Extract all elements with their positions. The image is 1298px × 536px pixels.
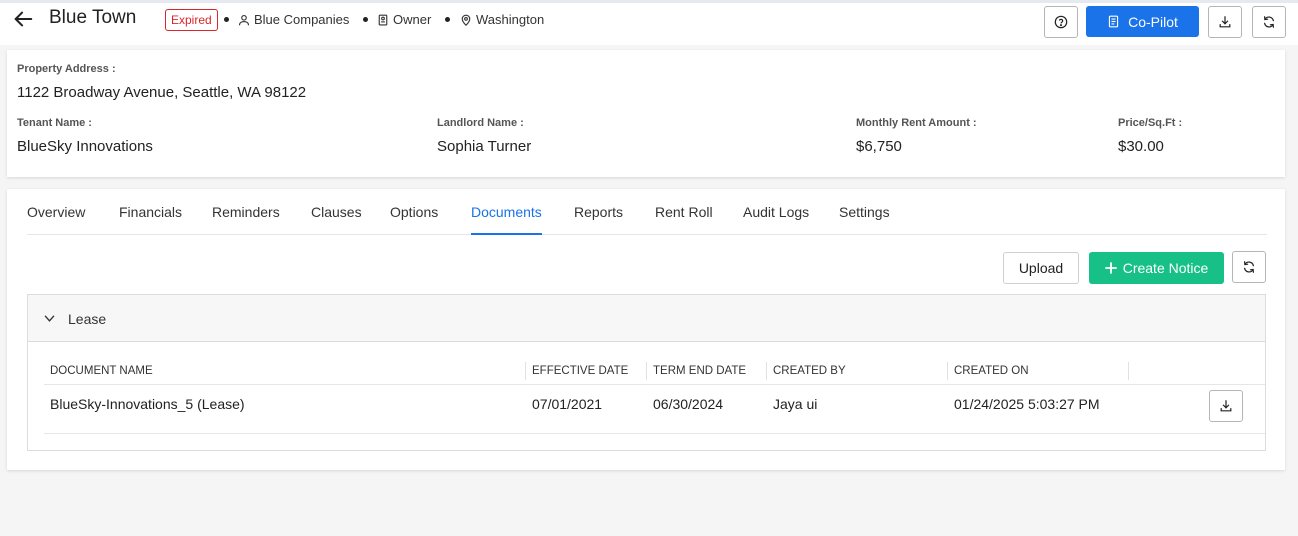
location-text: Washington [476, 12, 545, 27]
tenant-label: Tenant Name : [17, 117, 92, 129]
role-meta: Owner [377, 12, 431, 27]
location-meta: Washington [460, 12, 544, 27]
price-value: $30.00 [1118, 138, 1164, 155]
lease-section: Lease DOCUMENT NAME EFFECTIVE DATE TERM … [27, 294, 1266, 451]
tab-financials[interactable]: Financials [119, 204, 182, 220]
plus-icon [1104, 262, 1117, 274]
page-title: Blue Town [49, 7, 137, 28]
user-icon [238, 14, 250, 25]
documents-card: Overview Financials Reminders Clauses Op… [7, 189, 1285, 470]
refresh-icon [1244, 261, 1254, 273]
company-name: Blue Companies [254, 12, 350, 27]
column-divider [766, 362, 767, 380]
tab-clauses[interactable]: Clauses [311, 204, 362, 220]
separator-dot [224, 17, 229, 22]
refresh-button[interactable] [1252, 6, 1286, 38]
refresh-documents-button[interactable] [1232, 251, 1266, 283]
download-icon [1219, 16, 1231, 28]
tab-reminders[interactable]: Reminders [212, 204, 280, 220]
copilot-button[interactable]: Co-Pilot [1086, 6, 1199, 37]
status-badge: Expired [165, 9, 218, 31]
term-end-date-cell: 06/30/2024 [653, 396, 724, 412]
active-tab-indicator [471, 233, 542, 235]
column-header: DOCUMENT NAME [50, 365, 153, 377]
row-divider [44, 433, 1265, 434]
tab-audit-logs[interactable]: Audit Logs [743, 204, 809, 220]
column-divider [1128, 362, 1129, 380]
upload-button[interactable]: Upload [1003, 252, 1079, 284]
document-icon [1108, 15, 1119, 28]
created-by-cell: Jaya ui [773, 396, 818, 412]
column-header: EFFECTIVE DATE [532, 365, 629, 377]
tab-bar: Overview Financials Reminders Clauses Op… [27, 189, 1267, 235]
document-name-cell[interactable]: BlueSky-Innovations_5 (Lease) [50, 396, 245, 412]
column-divider [947, 362, 948, 380]
id-badge-icon [378, 14, 388, 25]
tenant-value: BlueSky Innovations [17, 138, 153, 155]
property-info-card: Property Address : 1122 Broadway Avenue,… [7, 50, 1285, 177]
help-button[interactable] [1044, 6, 1078, 38]
download-button[interactable] [1208, 6, 1242, 38]
rent-value: $6,750 [856, 138, 902, 155]
tab-rent-roll[interactable]: Rent Roll [655, 204, 713, 220]
lease-section-title: Lease [68, 311, 107, 327]
effective-date-cell: 07/01/2021 [532, 396, 603, 412]
separator-dot [363, 17, 368, 22]
address-label: Property Address : [17, 63, 116, 75]
tab-overview[interactable]: Overview [27, 204, 85, 220]
landlord-label: Landlord Name : [437, 117, 524, 129]
page-header: Blue Town Expired Blue Companies Owner W… [0, 3, 1298, 45]
download-document-button[interactable] [1209, 390, 1243, 422]
create-notice-button[interactable]: Create Notice [1089, 252, 1224, 284]
create-notice-label: Create Notice [1122, 260, 1209, 276]
tab-options[interactable]: Options [390, 204, 438, 220]
created-on-cell: 01/24/2025 5:03:27 PM [954, 396, 1100, 412]
separator-dot [445, 17, 450, 22]
company-meta: Blue Companies [238, 12, 349, 27]
price-label: Price/Sq.Ft : [1118, 117, 1183, 129]
download-icon [1220, 400, 1232, 412]
refresh-icon [1264, 16, 1274, 28]
chevron-down-icon [44, 315, 55, 322]
rent-label: Monthly Rent Amount : [856, 117, 977, 129]
back-arrow-icon[interactable] [12, 8, 34, 30]
tab-documents[interactable]: Documents [471, 204, 542, 220]
landlord-value: Sophia Turner [437, 138, 532, 155]
column-header: CREATED BY [773, 365, 846, 377]
column-header: TERM END DATE [653, 365, 747, 377]
tab-settings[interactable]: Settings [839, 204, 890, 220]
lease-section-header[interactable]: Lease [28, 295, 1265, 342]
role-text: Owner [393, 12, 432, 27]
header-divider [44, 384, 1265, 385]
copilot-label: Co-Pilot [1128, 13, 1178, 30]
tab-reports[interactable]: Reports [574, 204, 623, 220]
column-header: CREATED ON [954, 365, 1029, 377]
column-divider [646, 362, 647, 380]
location-pin-icon [461, 14, 471, 26]
address-value: 1122 Broadway Avenue, Seattle, WA 98122 [17, 84, 307, 101]
column-divider [525, 362, 526, 380]
help-circle-icon [1054, 15, 1068, 29]
